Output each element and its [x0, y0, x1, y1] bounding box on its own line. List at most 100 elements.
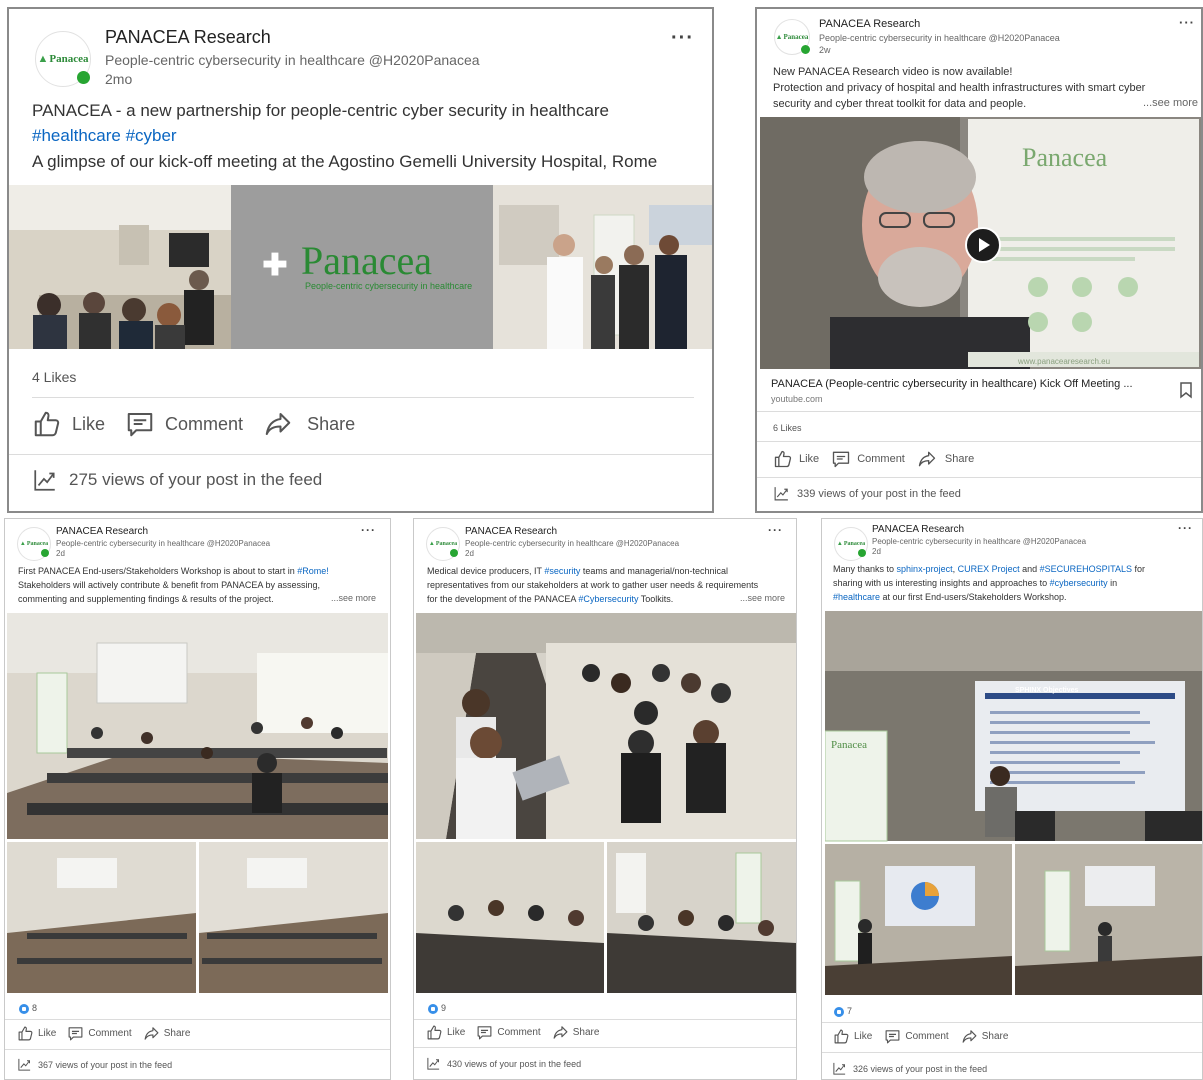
more-options-icon[interactable]: ···: [1179, 15, 1195, 30]
divider: [414, 1019, 796, 1020]
author-name[interactable]: PANACEA Research: [819, 18, 920, 30]
like-button[interactable]: Like: [773, 449, 819, 469]
like-button[interactable]: Like: [17, 1025, 56, 1042]
video-title[interactable]: PANACEA (People-centric cybersecurity in…: [771, 377, 1133, 392]
video-source: youtube.com: [771, 394, 823, 404]
post-analytics[interactable]: 339 views of your post in the feed: [773, 485, 961, 502]
post-image-collage[interactable]: [7, 613, 388, 993]
more-options-icon[interactable]: ···: [361, 523, 376, 537]
comment-button[interactable]: Comment: [476, 1024, 541, 1041]
post-card-workshop-rome: ▲ Panacea PANACEA Research People-centric…: [4, 518, 391, 1080]
post-age: 2w: [819, 45, 831, 55]
divider: [757, 441, 1201, 442]
video-player[interactable]: Panacea www.panacearesearch.eu: [760, 117, 1201, 369]
more-options-icon[interactable]: ···: [1178, 521, 1193, 535]
poster-url: www.panacearesearch.eu: [1018, 357, 1111, 366]
author-name[interactable]: PANACEA Research: [105, 27, 271, 48]
hashtag-link[interactable]: #security: [544, 566, 580, 576]
divider: [5, 1049, 390, 1050]
author-name[interactable]: PANACEA Research: [872, 524, 964, 535]
post-text-line: security and cyber threat toolkit for da…: [773, 98, 1027, 110]
reaction-count[interactable]: 8: [19, 1003, 37, 1014]
post-analytics[interactable]: 430 views of your post in the feed: [426, 1056, 581, 1071]
post-age: 2d: [56, 549, 65, 558]
post-image-collage[interactable]: SPHINX Objectives Panacea: [825, 611, 1202, 995]
share-button[interactable]: Share: [263, 409, 355, 439]
online-status-dot: [858, 549, 866, 557]
workshop-room-photos: [7, 613, 388, 993]
likes-count[interactable]: 4 Likes: [32, 369, 76, 385]
see-more-link[interactable]: ...see more: [736, 593, 786, 603]
post-hashtags[interactable]: #healthcare #cyber: [32, 125, 177, 148]
mention-link[interactable]: sphinx-project: [897, 564, 953, 574]
comment-button[interactable]: Comment: [67, 1025, 132, 1042]
bookmark-icon[interactable]: [1179, 381, 1193, 399]
banner-subtitle: People-centric cybersecurity in healthca…: [305, 281, 473, 291]
post-text-line: sharing with us interesting insights and…: [833, 578, 1118, 588]
hashtag-link[interactable]: #healthcare: [833, 592, 880, 602]
comment-icon: [67, 1025, 84, 1042]
comment-icon: [125, 409, 155, 439]
share-button[interactable]: Share: [917, 449, 974, 469]
post-card-thanks: ▲ Panacea PANACEA Research People-centric…: [821, 518, 1203, 1080]
online-status-dot: [801, 45, 810, 54]
comment-button[interactable]: Comment: [884, 1028, 949, 1045]
share-button[interactable]: Share: [961, 1028, 1008, 1045]
hashtag-link[interactable]: #Cybersecurity: [578, 594, 638, 604]
like-button[interactable]: Like: [32, 409, 105, 439]
post-image-collage[interactable]: [416, 613, 796, 993]
post-text-line: Stakeholders will actively contribute & …: [18, 580, 320, 590]
divider: [757, 411, 1201, 412]
divider: [32, 397, 694, 398]
hashtag-link[interactable]: #SECUREHOSPITALS: [1040, 564, 1132, 574]
post-age: 2mo: [105, 71, 133, 87]
post-analytics[interactable]: 275 views of your post in the feed: [32, 467, 322, 493]
hashtag-link[interactable]: #cybersecurity: [1050, 578, 1108, 588]
hashtag-link[interactable]: #Rome!: [297, 566, 329, 576]
workshop-group-photos: [416, 613, 796, 993]
reaction-icon: [834, 1006, 844, 1017]
share-icon: [143, 1025, 160, 1042]
presentation-photos: [825, 611, 1202, 995]
likes-count[interactable]: 6 Likes: [773, 423, 802, 433]
banner-drop-icon: ✚: [262, 248, 288, 282]
slide-title: SPHINX Objectives: [1015, 687, 1079, 694]
reaction-count[interactable]: 7: [834, 1006, 852, 1017]
more-options-icon[interactable]: ···: [671, 27, 694, 50]
see-more-link[interactable]: ...see more: [1139, 97, 1199, 109]
comment-button[interactable]: Comment: [831, 449, 905, 469]
reaction-icon: [428, 1003, 438, 1014]
analytics-icon: [426, 1056, 441, 1071]
share-button[interactable]: Share: [552, 1024, 599, 1041]
share-icon: [263, 409, 293, 439]
like-icon: [426, 1024, 443, 1041]
like-button[interactable]: Like: [833, 1028, 872, 1045]
mention-link[interactable]: CUREX Project: [958, 564, 1020, 574]
author-tagline: People-centric cybersecurity in healthca…: [872, 537, 1087, 546]
share-icon: [917, 449, 937, 469]
like-button[interactable]: Like: [426, 1024, 465, 1041]
divider: [9, 454, 712, 455]
divider: [5, 1019, 390, 1020]
author-name[interactable]: PANACEA Research: [465, 526, 557, 537]
post-actions: Like Comment Share: [773, 449, 974, 469]
post-actions: Like Comment Share: [32, 409, 355, 439]
like-icon: [17, 1025, 34, 1042]
comment-button[interactable]: Comment: [125, 409, 243, 439]
author-name[interactable]: PANACEA Research: [56, 526, 148, 537]
see-more-link[interactable]: ...see more: [327, 593, 377, 603]
post-analytics[interactable]: 326 views of your post in the feed: [832, 1061, 987, 1076]
play-icon[interactable]: [965, 227, 1001, 263]
post-text-line: New PANACEA Research video is now availa…: [773, 66, 1013, 78]
like-icon: [833, 1028, 850, 1045]
more-options-icon[interactable]: ···: [768, 523, 783, 537]
share-icon: [961, 1028, 978, 1045]
post-image-collage[interactable]: ✚ Panacea People-centric cybersecurity i…: [9, 185, 712, 349]
post-actions: Like Comment Share: [17, 1025, 190, 1042]
post-text-line: for the development of the PANACEA #Cybe…: [427, 594, 674, 604]
comment-icon: [831, 449, 851, 469]
analytics-icon: [832, 1061, 847, 1076]
share-button[interactable]: Share: [143, 1025, 190, 1042]
post-analytics[interactable]: 367 views of your post in the feed: [17, 1057, 172, 1072]
reaction-count[interactable]: 9: [428, 1003, 446, 1014]
